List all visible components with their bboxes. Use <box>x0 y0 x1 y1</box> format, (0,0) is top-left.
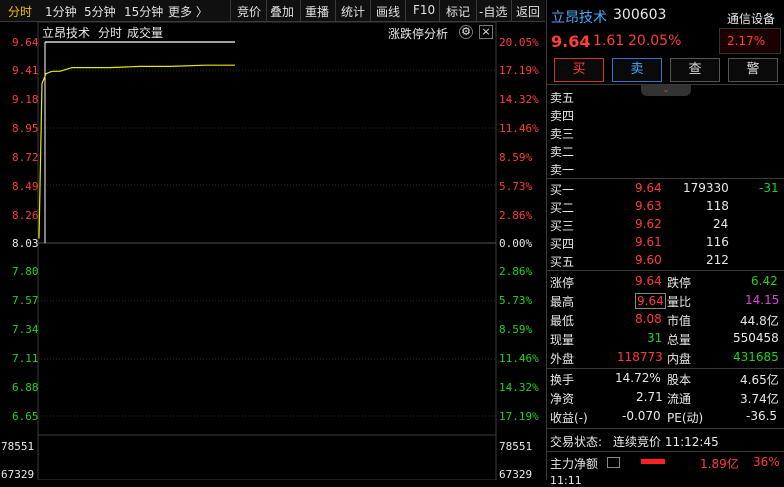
price-change: 1.61 <box>593 33 625 49</box>
f10-button[interactable]: F10 <box>413 3 435 17</box>
replay-button[interactable]: 重播 <box>305 3 329 20</box>
ask-row[interactable]: 卖一 <box>547 160 784 179</box>
pct-tick: 20.05% <box>499 36 539 49</box>
close-icon[interactable]: × <box>479 25 493 39</box>
fund-row-nav: 净资 2.71 流通 3.74亿 <box>550 390 779 406</box>
price-tick: 8.03 <box>12 237 39 250</box>
main-flow-row[interactable]: 主力净额 1.89亿 36% <box>547 454 784 473</box>
price-series-line <box>38 64 235 239</box>
pct-tick: 8.59% <box>499 323 533 336</box>
stats-row-curvol: 现量 31 总量 550458 <box>550 331 779 347</box>
chart-stock-label: 立昂技术 <box>42 26 91 40</box>
limit-analysis-label[interactable]: 涨跌停分析 <box>388 25 448 42</box>
overlay-button[interactable]: 叠加 <box>270 3 294 20</box>
ask-row[interactable]: 卖三 <box>547 124 784 143</box>
tab-5min[interactable]: 5分钟 <box>84 3 116 20</box>
price-tick: 7.34 <box>12 323 39 336</box>
tab-15min[interactable]: 15分钟 <box>124 3 163 20</box>
ask-row[interactable]: 卖五 <box>547 88 784 107</box>
price-tick: 6.65 <box>12 410 39 423</box>
bid-row[interactable]: 买二 9.63 118 <box>547 198 784 217</box>
price-tick: 9.41 <box>12 64 39 77</box>
volume-tick: 67329 <box>1 468 35 481</box>
volume-tick: 78551 <box>499 440 533 453</box>
chart-mode-label: 分时 <box>98 26 123 40</box>
price-tick: 8.26 <box>12 209 39 222</box>
buy-button[interactable]: 买 <box>554 58 604 82</box>
watchlist-remove-button[interactable]: -自选 <box>479 3 507 20</box>
price-tick: 7.11 <box>12 352 39 365</box>
pct-tick: 11.46% <box>499 122 539 135</box>
flow-bar <box>641 459 665 464</box>
tab-1min[interactable]: 1分钟 <box>45 3 77 20</box>
pct-tick: 5.73% <box>499 180 533 193</box>
stats-row-outer: 外盘 118773 内盘 431685 <box>550 350 779 366</box>
bid-row[interactable]: 买四 9.61 116 <box>547 234 784 253</box>
pct-tick: 2.86% <box>499 265 533 278</box>
last-price: 9.64 <box>551 32 591 51</box>
chart-toolbar: 分时 1分钟 5分钟 15分钟 更多 〉 竞价 叠加 重播 统计 画线 F10 … <box>0 0 545 22</box>
ask-row[interactable]: 卖四 <box>547 106 784 125</box>
bid-row[interactable]: 买一 9.64 179330 -31 <box>547 180 784 199</box>
quote-panel: 立昂技术 300603 通信设备 2.17% 2.17% 9.64 1.61 2… <box>546 0 784 487</box>
fund-row-turnover: 换手 14.72% 股本 4.65亿 <box>550 371 779 387</box>
pct-tick: 14.32% <box>499 93 539 106</box>
last-tick-time: 11:11 <box>550 474 582 487</box>
list-icon <box>607 457 620 468</box>
pct-tick: 17.19% <box>499 410 539 423</box>
price-tick: 8.72 <box>12 151 39 164</box>
query-button[interactable]: 查 <box>670 58 720 82</box>
stats-row-high: 最高 9.64 量比 14.15 <box>550 293 780 309</box>
pct-tick: 2.86% <box>499 209 533 222</box>
pct-tick: 5.73% <box>499 294 533 307</box>
price-tick: 9.18 <box>12 93 39 106</box>
stock-code: 300603 <box>613 7 667 23</box>
pct-tick: 17.19% <box>499 64 539 77</box>
sector-name[interactable]: 通信设备 <box>727 10 775 27</box>
sell-button[interactable]: 卖 <box>612 58 662 82</box>
intraday-chart[interactable]: 立昂技术 分时 成交量 涨跌停分析 ⚙ × 9.64 9.41 9.18 8.9… <box>0 22 545 481</box>
gear-icon[interactable]: ⚙ <box>459 25 473 39</box>
pct-tick: 11.46% <box>499 352 539 365</box>
volume-tick: 78551 <box>1 440 35 453</box>
tab-timeshare[interactable]: 分时 <box>8 3 32 20</box>
volume-tick: 67329 <box>499 468 533 481</box>
alert-button[interactable]: 警 <box>728 58 778 82</box>
tab-more[interactable]: 更多 〉 <box>168 3 208 20</box>
price-tick: 7.57 <box>12 294 39 307</box>
stats-button[interactable]: 统计 <box>341 3 365 20</box>
sector-change-value: 2.17% <box>727 34 766 48</box>
bid-row[interactable]: 买五 9.60 212 <box>547 252 784 271</box>
pct-tick: 0.00% <box>499 237 533 250</box>
stock-name: 立昂技术 <box>551 10 607 26</box>
price-tick: 7.80 <box>12 265 39 278</box>
price-tick: 9.64 <box>12 36 39 49</box>
back-button[interactable]: 返回 <box>516 3 540 20</box>
chart-volume-label: 成交量 <box>127 26 164 40</box>
chart-canvas <box>37 22 497 480</box>
mark-button[interactable]: 标记 <box>446 3 470 20</box>
trading-status: 交易状态: 连续竞价 11:12:45 <box>550 435 719 449</box>
bid-row[interactable]: 买三 9.62 24 <box>547 216 784 235</box>
price-tick: 8.49 <box>12 180 39 193</box>
price-tick: 8.95 <box>12 122 39 135</box>
fund-row-eps: 收益(-) -0.070 PE(动) -36.5 <box>550 409 778 425</box>
stats-row-limit: 涨停 9.64 跌停 6.42 <box>550 274 778 290</box>
stats-row-low: 最低 8.08 市值 44.8亿 <box>550 312 779 328</box>
pct-tick: 8.59% <box>499 151 533 164</box>
price-change-pct: 20.05% <box>628 33 682 49</box>
draw-button[interactable]: 画线 <box>376 3 400 20</box>
price-tick: 6.88 <box>12 381 39 394</box>
ask-row[interactable]: 卖二 <box>547 142 784 161</box>
pct-tick: 14.32% <box>499 381 539 394</box>
auction-button[interactable]: 竞价 <box>237 3 261 20</box>
